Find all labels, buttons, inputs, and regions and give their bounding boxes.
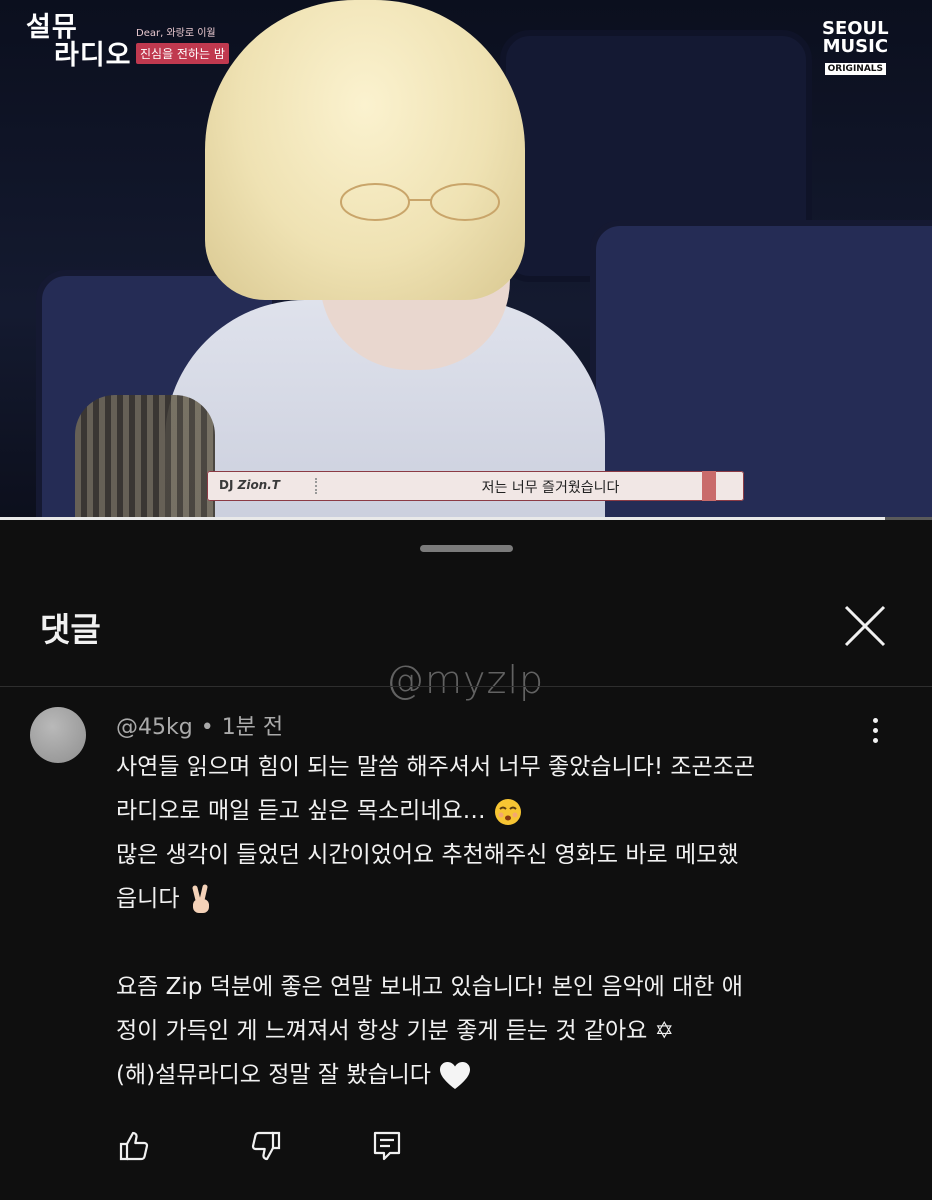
comment-line-with-emoji: 읍니다: [116, 877, 896, 921]
watermark: @myzlp: [386, 658, 545, 702]
person-hair: [205, 0, 525, 300]
brand-logo: SEOUL MUSIC ORIGINALS: [822, 20, 889, 75]
comment-line: 읍니다: [116, 886, 180, 912]
comment-line: 많은 생각이 들었던 시간이었어요 추천해주신 영화도 바로 메모했: [116, 842, 739, 868]
close-button[interactable]: [840, 601, 890, 651]
victory-hand-icon: [192, 884, 210, 913]
drag-handle[interactable]: [420, 545, 513, 552]
sheet-title: 댓글: [40, 610, 101, 649]
caption-dj: DJ Zion.T: [219, 478, 280, 492]
like-button[interactable]: [118, 1130, 154, 1166]
show-subtitle: Dear, 와랑로 이월 진심을 전하는 밤: [136, 24, 229, 64]
caption-tab: [702, 471, 716, 501]
kissing-face-icon: [494, 798, 521, 825]
comment-line-blank: [116, 921, 896, 965]
close-icon: [844, 605, 886, 647]
more-vert-dot: [872, 738, 878, 743]
comment-meta: @45kg • 1분 전: [116, 709, 283, 741]
show-sub-top: Dear, 와랑로 이월: [136, 28, 216, 39]
avatar[interactable]: [30, 707, 86, 763]
caption-text: 저는 너무 즐거웠습니다: [481, 480, 620, 496]
glasses: [340, 183, 500, 221]
dislike-button[interactable]: [250, 1130, 286, 1166]
more-vert-dot: [872, 728, 878, 733]
microphone: [75, 395, 215, 520]
video-player[interactable]: 설뮤 라디오 Dear, 와랑로 이월 진심을 전하는 밤 SEOUL MUSI…: [0, 0, 932, 520]
comment-line: 요즘 Zip 덕분에 좋은 연말 보내고 있습니다! 본인 음악에 대한 애: [116, 974, 743, 1000]
show-title-line2: 라디오: [54, 40, 132, 71]
comment-line: 정이 가득인 게 느껴져서 항상 기분 좋게 듣는 것 같아요 ✡: [116, 1018, 674, 1044]
caption-bar: DJ Zion.T 저는 너무 즐거웠습니다: [207, 471, 744, 501]
reply-icon: [373, 1131, 401, 1161]
comment-body: 사연들 읽으며 힘이 되는 말씀 해주셔서 너무 좋았습니다! 조곤조곤 라디오…: [116, 745, 896, 1097]
caption-dj-prefix: DJ: [219, 478, 234, 492]
header-divider: [0, 686, 932, 687]
comment-line-with-emoji: 라디오로 매일 듣고 싶은 목소리네요…: [116, 789, 896, 833]
comment-line: 사연들 읽으며 힘이 되는 말씀 해주셔서 너무 좋았습니다! 조곤조곤: [116, 754, 756, 780]
caption-divider: [315, 478, 317, 494]
comment-author[interactable]: @45kg: [116, 715, 193, 740]
reply-button[interactable]: [371, 1130, 407, 1166]
thumbs-down-icon: [251, 1131, 281, 1161]
meta-separator: •: [200, 715, 214, 740]
brand-tag: ORIGINALS: [824, 63, 887, 75]
show-sub-bottom: 진심을 전하는 밤: [136, 43, 229, 64]
more-vert-icon: [872, 718, 878, 723]
white-heart-icon: [439, 1061, 470, 1089]
brand-line2: MUSIC: [822, 36, 889, 57]
comment-line: (해)설뮤라디오 정말 잘 봤습니다: [116, 1062, 431, 1088]
comment-line-with-emoji: (해)설뮤라디오 정말 잘 봤습니다: [116, 1053, 896, 1097]
caption-dj-name: Zion.T: [237, 478, 280, 492]
show-logo: 설뮤 라디오: [26, 14, 132, 70]
comment-time: 1분 전: [221, 715, 284, 740]
thumbs-up-icon: [119, 1131, 149, 1161]
show-title-line1: 설뮤: [26, 12, 78, 43]
comment-line: 라디오로 매일 듣고 싶은 목소리네요…: [116, 798, 486, 824]
